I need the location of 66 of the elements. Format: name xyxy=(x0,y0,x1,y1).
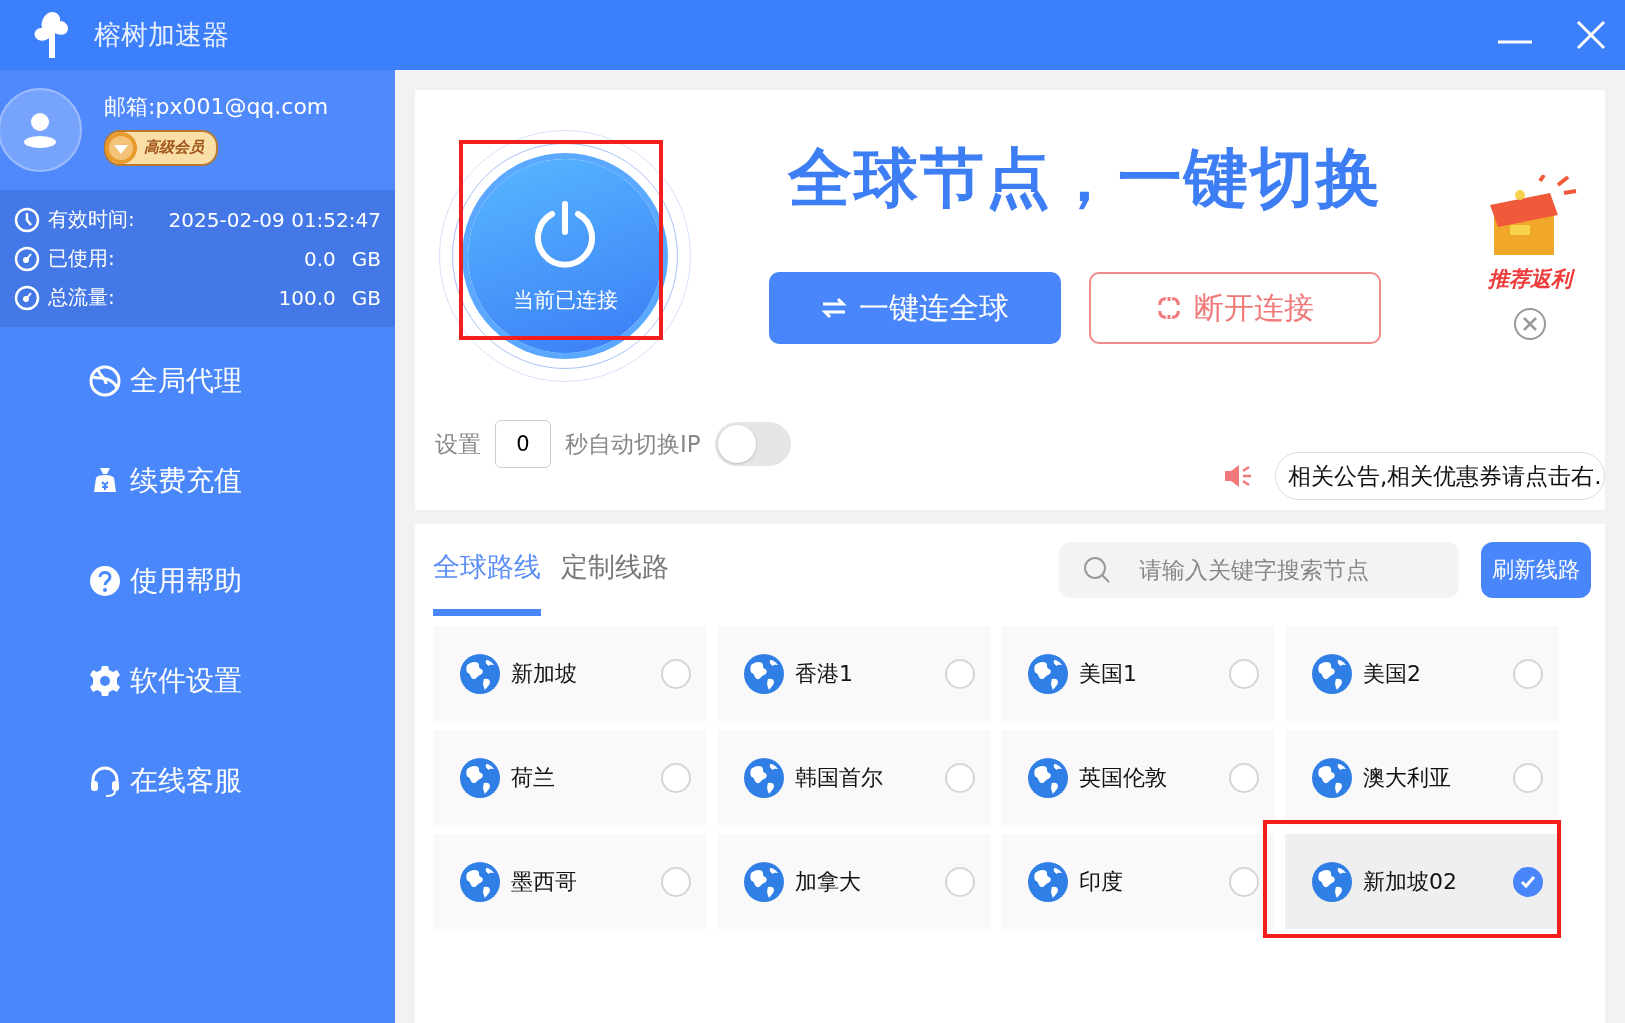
gauge-icon xyxy=(14,245,40,272)
node-name: 澳大利亚 xyxy=(1363,763,1452,792)
swap-icon xyxy=(821,297,847,319)
node-name: 美国2 xyxy=(1363,659,1422,688)
clock-icon xyxy=(14,206,40,233)
auto-switch-toggle[interactable] xyxy=(714,422,791,466)
settings-icon xyxy=(88,664,122,698)
radio[interactable] xyxy=(1513,658,1543,689)
radio[interactable] xyxy=(945,658,975,689)
speaker-icon xyxy=(1223,463,1253,489)
node-name: 新加坡 xyxy=(511,659,578,688)
radio[interactable] xyxy=(661,762,691,793)
node-item[interactable]: 墨西哥 xyxy=(433,834,707,929)
node-name: 墨西哥 xyxy=(511,867,578,896)
node-item[interactable]: 韩国首尔 xyxy=(717,730,991,825)
headset-icon xyxy=(88,764,122,798)
node-name: 新加坡02 xyxy=(1363,867,1458,896)
radio[interactable] xyxy=(1513,762,1543,793)
stat-unit: GB xyxy=(351,285,381,310)
radio[interactable] xyxy=(1229,658,1259,689)
node-name: 韩国首尔 xyxy=(795,763,884,792)
node-item[interactable]: 加拿大 xyxy=(717,834,991,929)
stat-label: 总流量: xyxy=(48,284,116,311)
radio[interactable] xyxy=(1229,762,1259,793)
node-item[interactable]: 香港1 xyxy=(717,626,991,721)
node-item[interactable]: 印度 xyxy=(1001,834,1275,929)
node-item[interactable]: 英国伦敦 xyxy=(1001,730,1275,825)
stat-value: 2025-02-09 01:52:47 xyxy=(167,207,381,232)
radio[interactable] xyxy=(661,866,691,897)
node-item[interactable]: 美国1 xyxy=(1001,626,1275,721)
radio[interactable] xyxy=(945,762,975,793)
stat-value: 0.0 xyxy=(302,246,336,271)
search-field[interactable]: 请输入关键字搜索节点 xyxy=(1059,542,1459,598)
node-item[interactable]: 澳大利亚 xyxy=(1285,730,1559,825)
node-item[interactable]: 荷兰 xyxy=(433,730,707,825)
node-name: 荷兰 xyxy=(511,763,556,792)
close-icon[interactable] xyxy=(1513,307,1547,341)
node-item[interactable]: 新加坡 xyxy=(433,626,707,721)
node-name: 美国1 xyxy=(1079,659,1138,688)
gauge-icon xyxy=(14,284,40,311)
route-tab[interactable]: 定制线路 xyxy=(561,524,669,616)
seconds-input[interactable]: 0 xyxy=(495,420,551,468)
stat-value: 100.0 xyxy=(277,285,336,310)
setting-label: 设置 xyxy=(435,429,481,459)
window-title: 榕树加速器 xyxy=(94,18,230,52)
node-item[interactable]: 美国2 xyxy=(1285,626,1559,721)
help-icon xyxy=(88,564,122,598)
setting-label: 秒自动切换IP xyxy=(565,429,701,459)
checked-radio[interactable] xyxy=(1513,866,1543,897)
radio[interactable] xyxy=(945,866,975,897)
search-icon xyxy=(1083,556,1111,584)
node-item[interactable]: 新加坡02 xyxy=(1285,834,1559,929)
node-name: 加拿大 xyxy=(795,867,862,896)
check-icon xyxy=(1520,874,1536,889)
headline: 全球节点，一键切换 xyxy=(788,140,1382,217)
radio[interactable] xyxy=(1229,866,1259,897)
email-text: 邮箱:px001@qq.com xyxy=(104,92,329,121)
stat-unit: GB xyxy=(351,246,381,271)
stat-label: 有效时间: xyxy=(48,206,136,233)
member-badge: 高级会员 xyxy=(104,129,218,166)
user-icon xyxy=(23,112,57,148)
node-name: 香港1 xyxy=(795,659,854,688)
node-name: 英国伦敦 xyxy=(1079,763,1168,792)
stat-label: 已使用: xyxy=(48,245,116,272)
node-name: 印度 xyxy=(1079,867,1124,896)
radio[interactable] xyxy=(661,658,691,689)
